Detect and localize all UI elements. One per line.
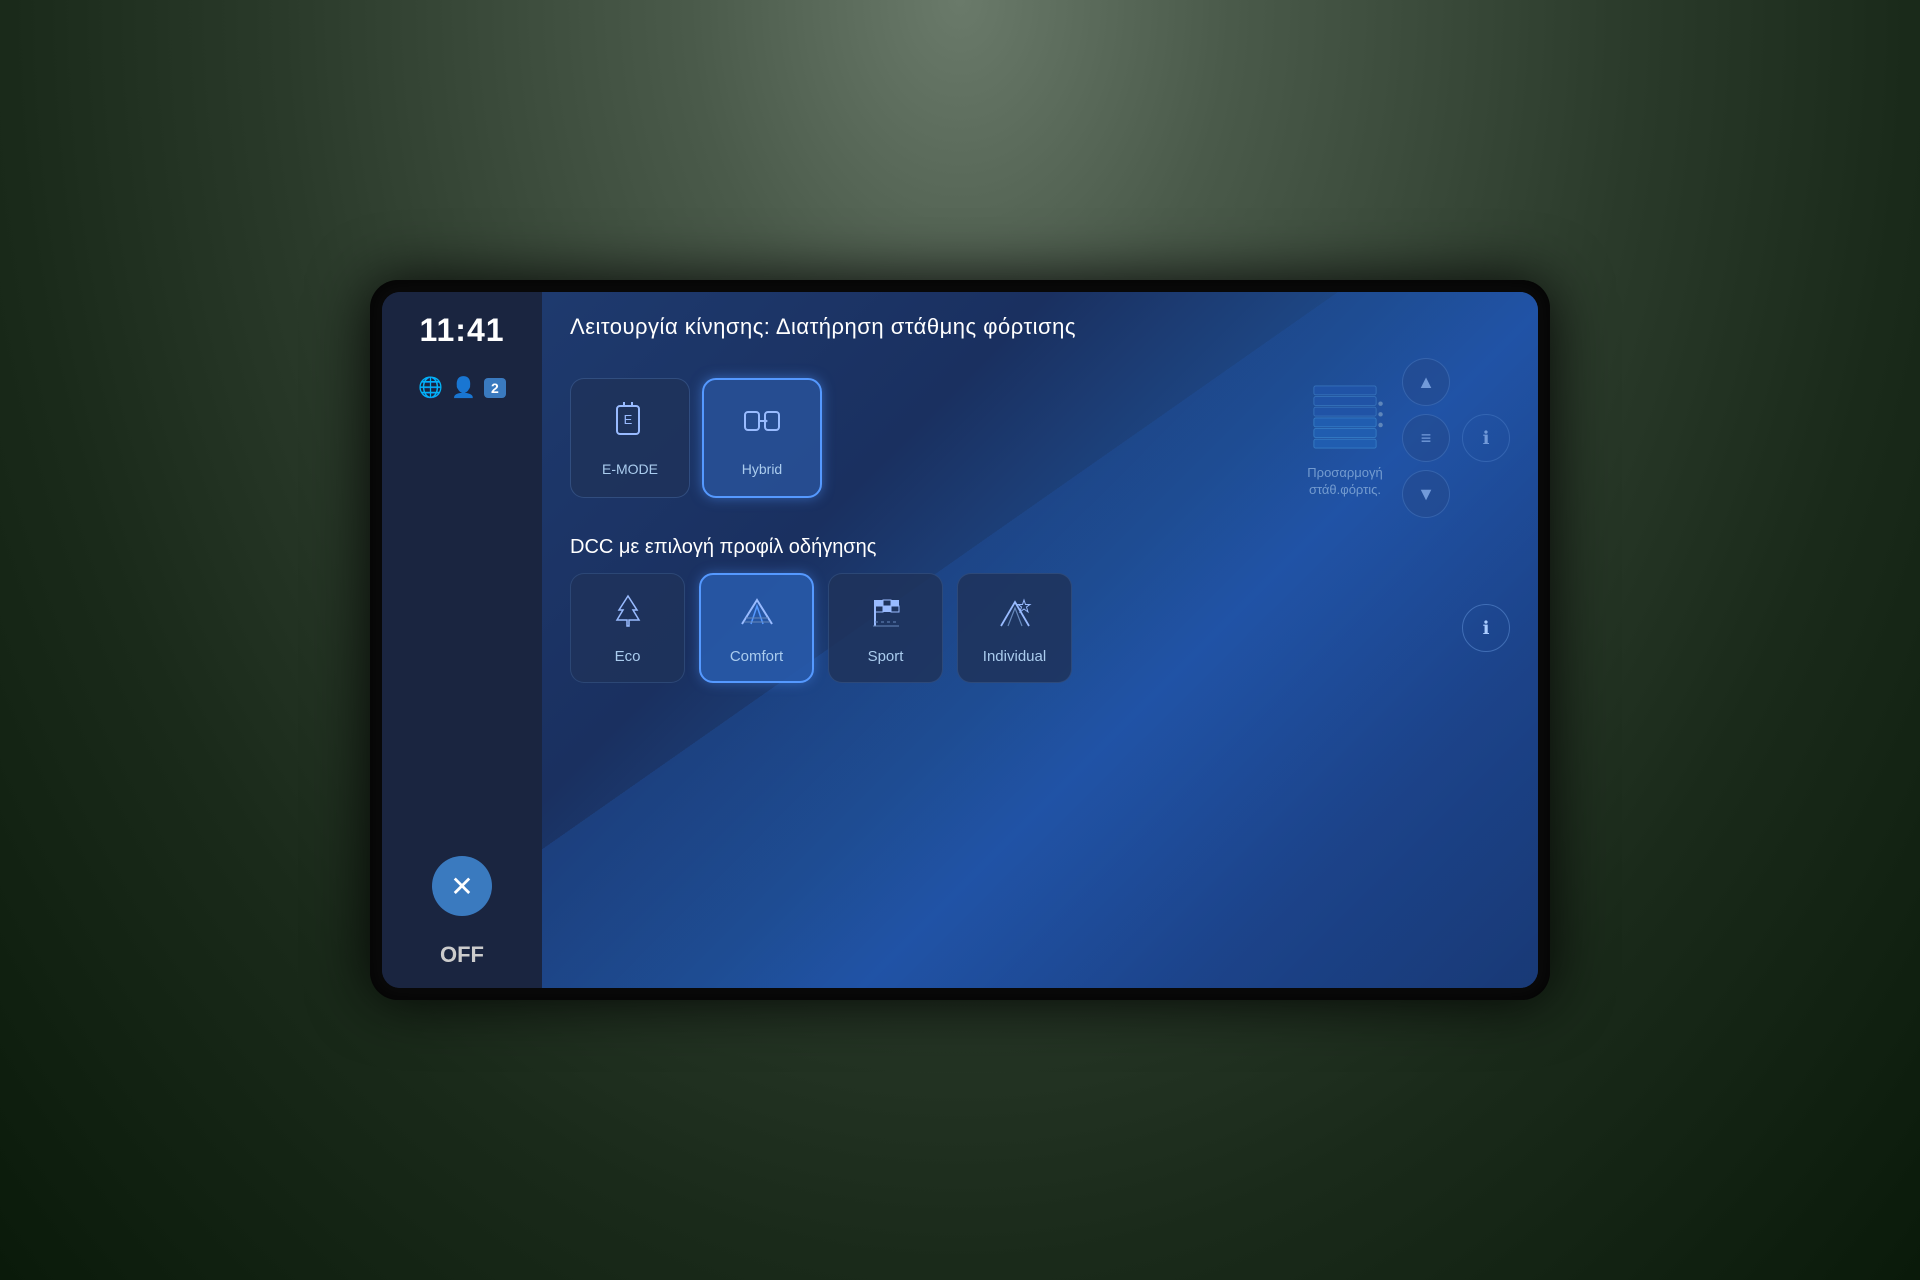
sport-button[interactable]: Sport bbox=[828, 573, 943, 683]
svg-text:E: E bbox=[624, 412, 633, 427]
eco-label: Eco bbox=[615, 648, 641, 665]
emode-icon: E bbox=[609, 400, 651, 451]
main-content: Λειτουργία κίνησης: Διατήρηση στάθμης φό… bbox=[542, 292, 1538, 988]
eco-icon bbox=[609, 592, 647, 638]
close-button[interactable]: ✕ bbox=[432, 856, 492, 916]
emode-label: E-MODE bbox=[602, 461, 658, 477]
dcc-info-button[interactable]: ℹ bbox=[1462, 604, 1510, 652]
infotainment-screen: 11:41 🌐 👤 2 ✕ OFF Λειτουργία κίνησης: Δι… bbox=[382, 292, 1538, 988]
sidebar-icons: 🌐 👤 2 bbox=[418, 375, 506, 400]
comfort-label: Comfort bbox=[730, 648, 783, 665]
close-icon: ✕ bbox=[450, 870, 473, 903]
comfort-button[interactable]: Comfort bbox=[699, 573, 814, 683]
globe-icon: 🌐 bbox=[418, 375, 443, 400]
comfort-icon bbox=[738, 592, 776, 638]
scroll-up-button[interactable]: ▲ bbox=[1402, 358, 1450, 406]
car-dashboard: 11:41 🌐 👤 2 ✕ OFF Λειτουργία κίνησης: Δι… bbox=[0, 0, 1920, 1280]
person-icon: 👤 bbox=[451, 375, 476, 400]
info-icon: ℹ bbox=[1483, 428, 1490, 449]
dcc-modes: Eco bbox=[570, 573, 1510, 683]
sidebar: 11:41 🌐 👤 2 ✕ OFF bbox=[382, 292, 542, 988]
off-label: OFF bbox=[440, 942, 484, 968]
sport-label: Sport bbox=[868, 648, 904, 665]
hybrid-label: Hybrid bbox=[742, 461, 782, 477]
dcc-section: DCC με επιλογή προφίλ οδήγησης Eco bbox=[570, 536, 1510, 683]
eco-button[interactable]: Eco bbox=[570, 573, 685, 683]
sport-icon bbox=[867, 592, 905, 638]
hybrid-button[interactable]: Hybrid bbox=[702, 378, 822, 498]
notification-badge: 2 bbox=[484, 378, 506, 398]
drive-info-button[interactable]: ℹ bbox=[1462, 414, 1510, 462]
individual-icon bbox=[996, 592, 1034, 638]
emode-button[interactable]: E E-MODE bbox=[570, 378, 690, 498]
scroll-down-button[interactable]: ▼ bbox=[1402, 470, 1450, 518]
scroll-controls: ▲ ≡ ▼ bbox=[1402, 358, 1450, 518]
scroll-middle-button[interactable]: ≡ bbox=[1402, 414, 1450, 462]
hybrid-icon bbox=[741, 400, 783, 451]
charge-adapt-card: Προσαρμογήστάθ.φόρτις. bbox=[1300, 377, 1390, 499]
dcc-title: DCC με επιλογή προφίλ οδήγησης bbox=[570, 536, 1510, 559]
time-display: 11:41 bbox=[419, 312, 504, 349]
individual-button[interactable]: Individual bbox=[957, 573, 1072, 683]
dcc-info-icon: ℹ bbox=[1483, 618, 1490, 639]
charge-adapt-label: Προσαρμογήστάθ.φόρτις. bbox=[1307, 465, 1382, 499]
screen-bezel: 11:41 🌐 👤 2 ✕ OFF Λειτουργία κίνησης: Δι… bbox=[370, 280, 1550, 1000]
individual-label: Individual bbox=[983, 648, 1046, 665]
drive-modes-row: E E-MODE bbox=[570, 358, 1510, 518]
battery-stack-icon bbox=[1300, 377, 1390, 457]
drive-mode-title: Λειτουργία κίνησης: Διατήρηση στάθμης φό… bbox=[570, 314, 1510, 340]
